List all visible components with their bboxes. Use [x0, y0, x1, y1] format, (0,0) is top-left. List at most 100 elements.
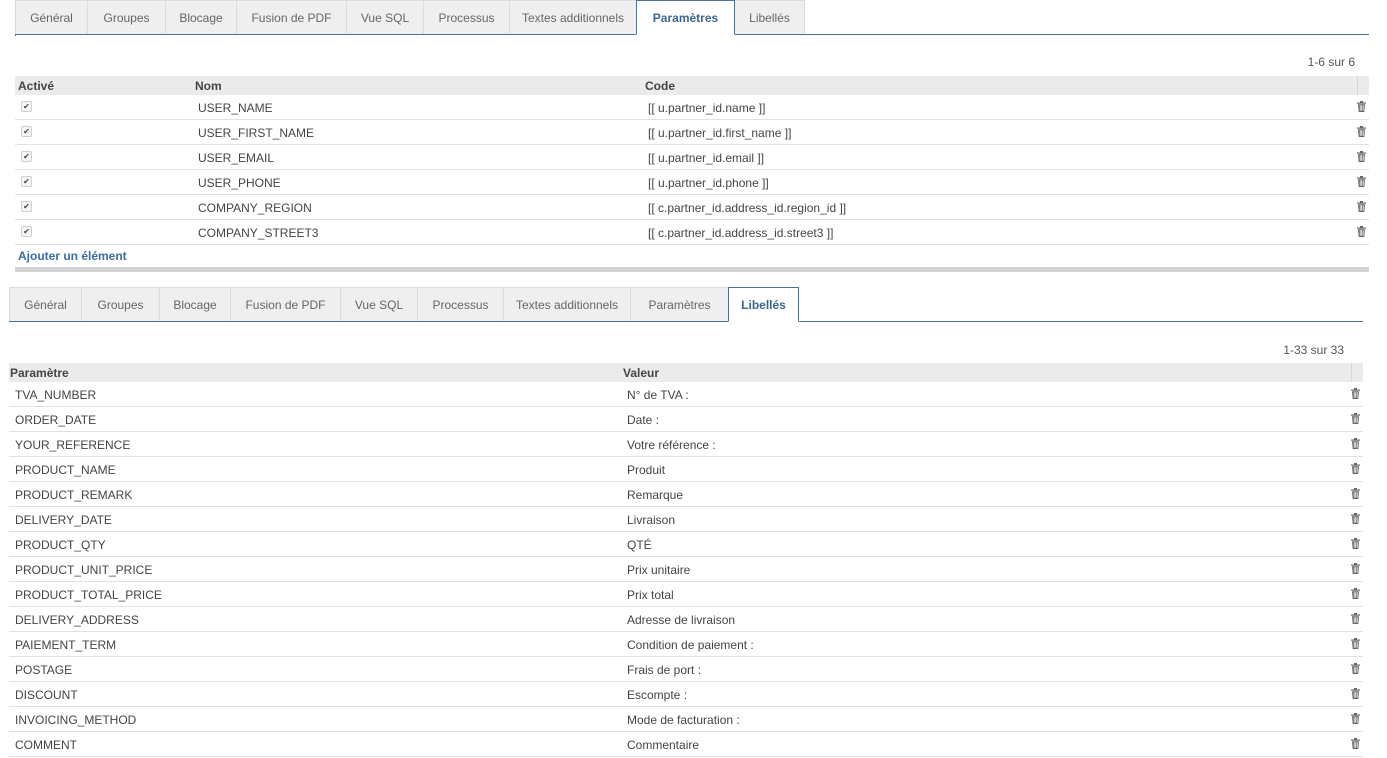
trash-icon[interactable]	[1351, 588, 1360, 599]
tab-groupes[interactable]: Groupes	[87, 0, 166, 34]
table-row[interactable]: ✔ COMPANY_STREET3 [[ c.partner_id.address_…	[15, 220, 1369, 245]
trash-icon[interactable]	[1351, 713, 1360, 724]
table-row[interactable]: ✔ USER_NAME [[ u.partner_id.name ]]	[15, 95, 1369, 120]
param-name: USER_PHONE	[198, 176, 281, 190]
table-row[interactable]: DISCOUNT Escompte :	[9, 682, 1363, 707]
active-checkbox[interactable]: ✔	[21, 226, 32, 237]
table-row[interactable]: ✔ COMPANY_REGION [[ c.partner_id.address_i…	[15, 195, 1369, 220]
libelles-panel: Général Groupes Blocage Fusion de PDF Vu…	[9, 287, 1363, 758]
table-row[interactable]: DELIVERY_DATE Livraison	[9, 507, 1363, 532]
table-row[interactable]: POSTAGE Frais de port :	[9, 657, 1363, 682]
tab-groupes[interactable]: Groupes	[81, 287, 160, 321]
check-icon: ✔	[23, 202, 30, 211]
tab-libelles[interactable]: Libellés	[734, 0, 805, 34]
label-key: PRODUCT_TOTAL_PRICE	[15, 588, 162, 602]
table-row[interactable]: PRODUCT_NAME Produit	[9, 457, 1363, 482]
section-separator	[15, 267, 1369, 272]
trash-icon[interactable]	[1351, 663, 1360, 674]
table-row[interactable]: ✔ USER_FIRST_NAME [[ u.partner_id.first_na…	[15, 120, 1369, 145]
table-row[interactable]: ✔ USER_EMAIL [[ u.partner_id.email ]]	[15, 145, 1369, 170]
tab-bar: Général Groupes Blocage Fusion de PDF Vu…	[9, 287, 1363, 322]
trash-icon[interactable]	[1351, 488, 1360, 499]
table-row[interactable]: PAIEMENT_TERM Condition de paiement :	[9, 632, 1363, 657]
table-row[interactable]: TVA_NUMBER N° de TVA :	[9, 382, 1363, 407]
label-key: DELIVERY_DATE	[15, 513, 112, 527]
trash-icon[interactable]	[1351, 613, 1360, 624]
label-value: Mode de facturation :	[627, 713, 740, 727]
label-key: YOUR_REFERENCE	[15, 438, 131, 452]
trash-icon[interactable]	[1351, 538, 1360, 549]
label-value: Remarque	[627, 488, 684, 502]
label-value: Produit	[627, 463, 666, 477]
trash-icon[interactable]	[1351, 438, 1360, 449]
active-checkbox[interactable]: ✔	[21, 151, 32, 162]
table-row[interactable]: DELIVERY_ADDRESS Adresse de livraison	[9, 607, 1363, 632]
label-value: QTÉ	[627, 538, 652, 552]
trash-icon[interactable]	[1357, 176, 1366, 187]
label-key: PRODUCT_UNIT_PRICE	[15, 563, 153, 577]
tab-fusion-pdf[interactable]: Fusion de PDF	[236, 0, 347, 34]
tab-blocage[interactable]: Blocage	[159, 287, 231, 321]
trash-icon[interactable]	[1351, 513, 1360, 524]
trash-icon[interactable]	[1351, 413, 1360, 424]
tab-textes-additionnels[interactable]: Textes additionnels	[503, 287, 631, 321]
pagination-label: 1-33 sur 33	[1283, 343, 1344, 357]
tab-blocage[interactable]: Blocage	[165, 0, 237, 34]
table-row[interactable]: ORDER_DATE Date :	[9, 407, 1363, 432]
table-row[interactable]: ✔ USER_PHONE [[ u.partner_id.phone ]]	[15, 170, 1369, 195]
label-value: Votre référence :	[627, 438, 716, 452]
trash-icon[interactable]	[1357, 226, 1366, 237]
trash-icon[interactable]	[1351, 638, 1360, 649]
tab-parametres[interactable]: Paramètres	[636, 0, 735, 35]
tab-fusion-pdf[interactable]: Fusion de PDF	[230, 287, 341, 321]
label-value: Prix unitaire	[627, 563, 691, 577]
trash-icon[interactable]	[1357, 151, 1366, 162]
tab-libelles[interactable]: Libellés	[728, 287, 799, 322]
check-icon: ✔	[23, 177, 30, 186]
table-row[interactable]: COMMENT Commentaire	[9, 732, 1363, 757]
trash-icon[interactable]	[1351, 738, 1360, 749]
label-key: PRODUCT_NAME	[15, 463, 116, 477]
tab-vue-sql[interactable]: Vue SQL	[346, 0, 424, 34]
trash-icon[interactable]	[1357, 126, 1366, 137]
tab-processus[interactable]: Processus	[423, 0, 510, 34]
table-header: Paramètre Valeur	[9, 363, 1363, 382]
add-item-link[interactable]: Ajouter un élément	[18, 249, 127, 263]
trash-icon[interactable]	[1351, 688, 1360, 699]
labels-table: Paramètre Valeur TVA_NUMBER N° de TVA : OR…	[9, 363, 1363, 757]
label-key: PRODUCT_REMARK	[15, 488, 133, 502]
param-code: [[ u.partner_id.name ]]	[648, 101, 766, 115]
tab-parametres[interactable]: Paramètres	[630, 287, 729, 321]
active-checkbox[interactable]: ✔	[21, 126, 32, 137]
trash-icon[interactable]	[1351, 563, 1360, 574]
tab-textes-additionnels[interactable]: Textes additionnels	[509, 0, 637, 34]
tab-general[interactable]: Général	[15, 0, 88, 34]
tab-vue-sql[interactable]: Vue SQL	[340, 287, 418, 321]
table-row[interactable]: PRODUCT_QTY QTÉ	[9, 532, 1363, 557]
trash-icon[interactable]	[1357, 201, 1366, 212]
table-row[interactable]: INVOICING_METHOD Mode de facturation :	[9, 707, 1363, 732]
label-value: Date :	[627, 413, 660, 427]
label-key: TVA_NUMBER	[15, 388, 97, 402]
trash-icon[interactable]	[1357, 101, 1366, 112]
column-header-name: Nom	[195, 79, 222, 93]
tab-processus[interactable]: Processus	[417, 287, 504, 321]
table-row[interactable]: PRODUCT_UNIT_PRICE Prix unitaire	[9, 557, 1363, 582]
table-row[interactable]: YOUR_REFERENCE Votre référence :	[9, 432, 1363, 457]
param-name: USER_NAME	[198, 101, 273, 115]
param-code: [[ c.partner_id.address_id.region_id ]]	[648, 201, 847, 215]
table-row[interactable]: PRODUCT_TOTAL_PRICE Prix total	[9, 582, 1363, 607]
table-row[interactable]: PRODUCT_REMARK Remarque	[9, 482, 1363, 507]
label-value: Prix total	[627, 588, 674, 602]
active-checkbox[interactable]: ✔	[21, 101, 32, 112]
active-checkbox[interactable]: ✔	[21, 176, 32, 187]
label-key: COMMENT	[15, 738, 77, 752]
check-icon: ✔	[23, 127, 30, 136]
trash-icon[interactable]	[1351, 388, 1360, 399]
tab-general[interactable]: Général	[9, 287, 82, 321]
active-checkbox[interactable]: ✔	[21, 201, 32, 212]
label-key: INVOICING_METHOD	[15, 713, 137, 727]
param-code: [[ u.partner_id.phone ]]	[648, 176, 769, 190]
trash-icon[interactable]	[1351, 463, 1360, 474]
label-value: Escompte :	[627, 688, 688, 702]
